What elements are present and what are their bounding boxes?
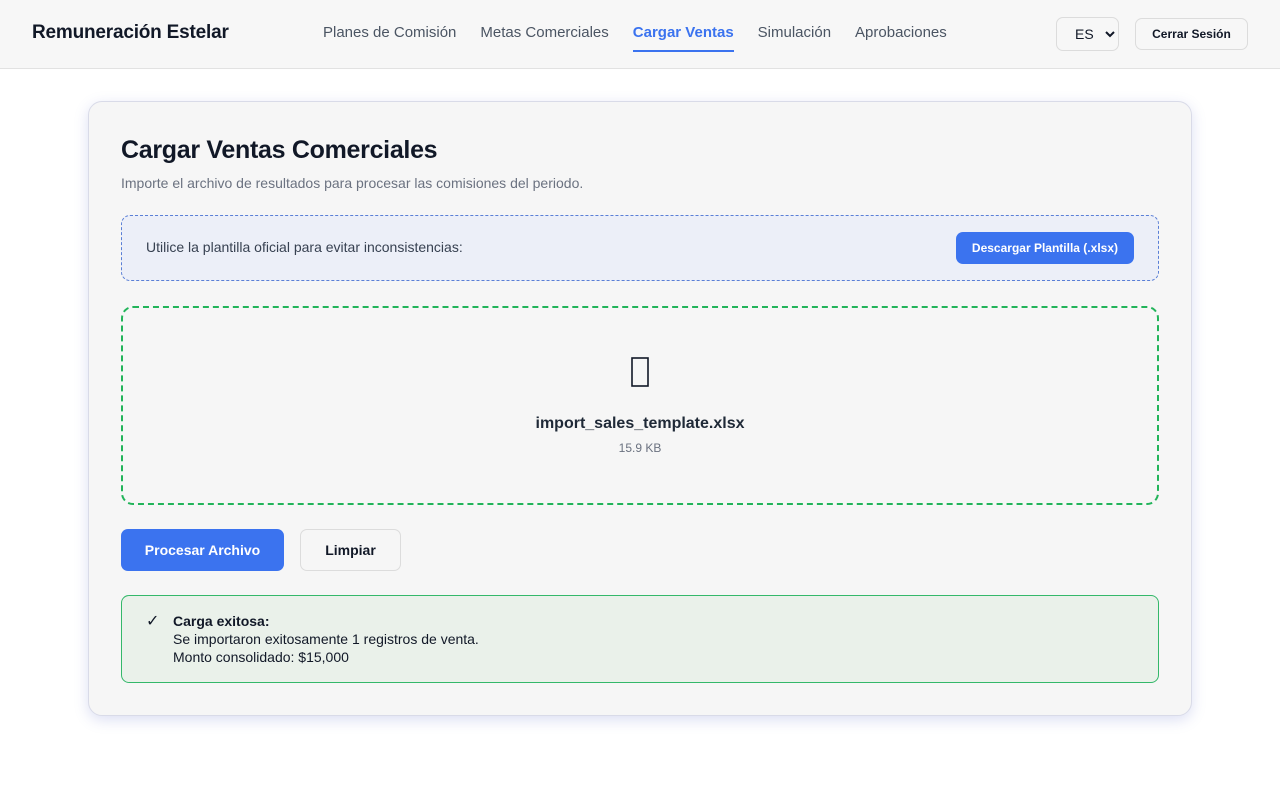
file-icon: [123, 354, 1157, 396]
success-alert: ✓ Carga exitosa: Se importaron exitosame…: [121, 595, 1159, 683]
page-subtitle: Importe el archivo de resultados para pr…: [121, 175, 584, 191]
file-dropzone[interactable]: import_sales_template.xlsx 15.9 KB: [121, 306, 1159, 505]
template-notice-text: Utilice la plantilla oficial para evitar…: [146, 239, 463, 255]
language-select[interactable]: ES: [1056, 17, 1119, 51]
checkmark-icon: ✓: [146, 613, 160, 630]
file-name: import_sales_template.xlsx: [535, 415, 745, 432]
upload-card: Cargar Ventas Comerciales Importe el arc…: [88, 101, 1192, 716]
top-navbar: Remuneración Estelar Planes de Comisión …: [0, 0, 1280, 69]
template-notice: Utilice la plantilla oficial para evitar…: [121, 215, 1159, 281]
clear-button[interactable]: Limpiar: [300, 529, 401, 571]
nav-item-metas-comerciales[interactable]: Metas Comerciales: [480, 0, 608, 52]
success-records-text: Se importaron exitosamente 1 registros d…: [173, 631, 479, 647]
success-amount-text: Monto consolidado: $15,000: [173, 649, 349, 665]
logout-button[interactable]: Cerrar Sesión: [1135, 18, 1248, 50]
app-title: Remuneración Estelar: [32, 22, 229, 43]
nav-item-simulacion[interactable]: Simulación: [758, 0, 831, 52]
process-file-button[interactable]: Procesar Archivo: [121, 529, 284, 571]
nav-item-cargar-ventas[interactable]: Cargar Ventas: [632, 0, 734, 52]
file-size: 15.9 KB: [618, 441, 662, 455]
success-title: Carga exitosa:: [173, 613, 270, 629]
nav-item-aprobaciones[interactable]: Aprobaciones: [855, 0, 947, 52]
download-template-button[interactable]: Descargar Plantilla (.xlsx): [955, 232, 1134, 264]
main-nav: Planes de Comisión Metas Comerciales Car…: [323, 0, 947, 68]
page-title: Cargar Ventas Comerciales: [121, 136, 438, 164]
nav-item-planes-comision[interactable]: Planes de Comisión: [323, 0, 456, 52]
